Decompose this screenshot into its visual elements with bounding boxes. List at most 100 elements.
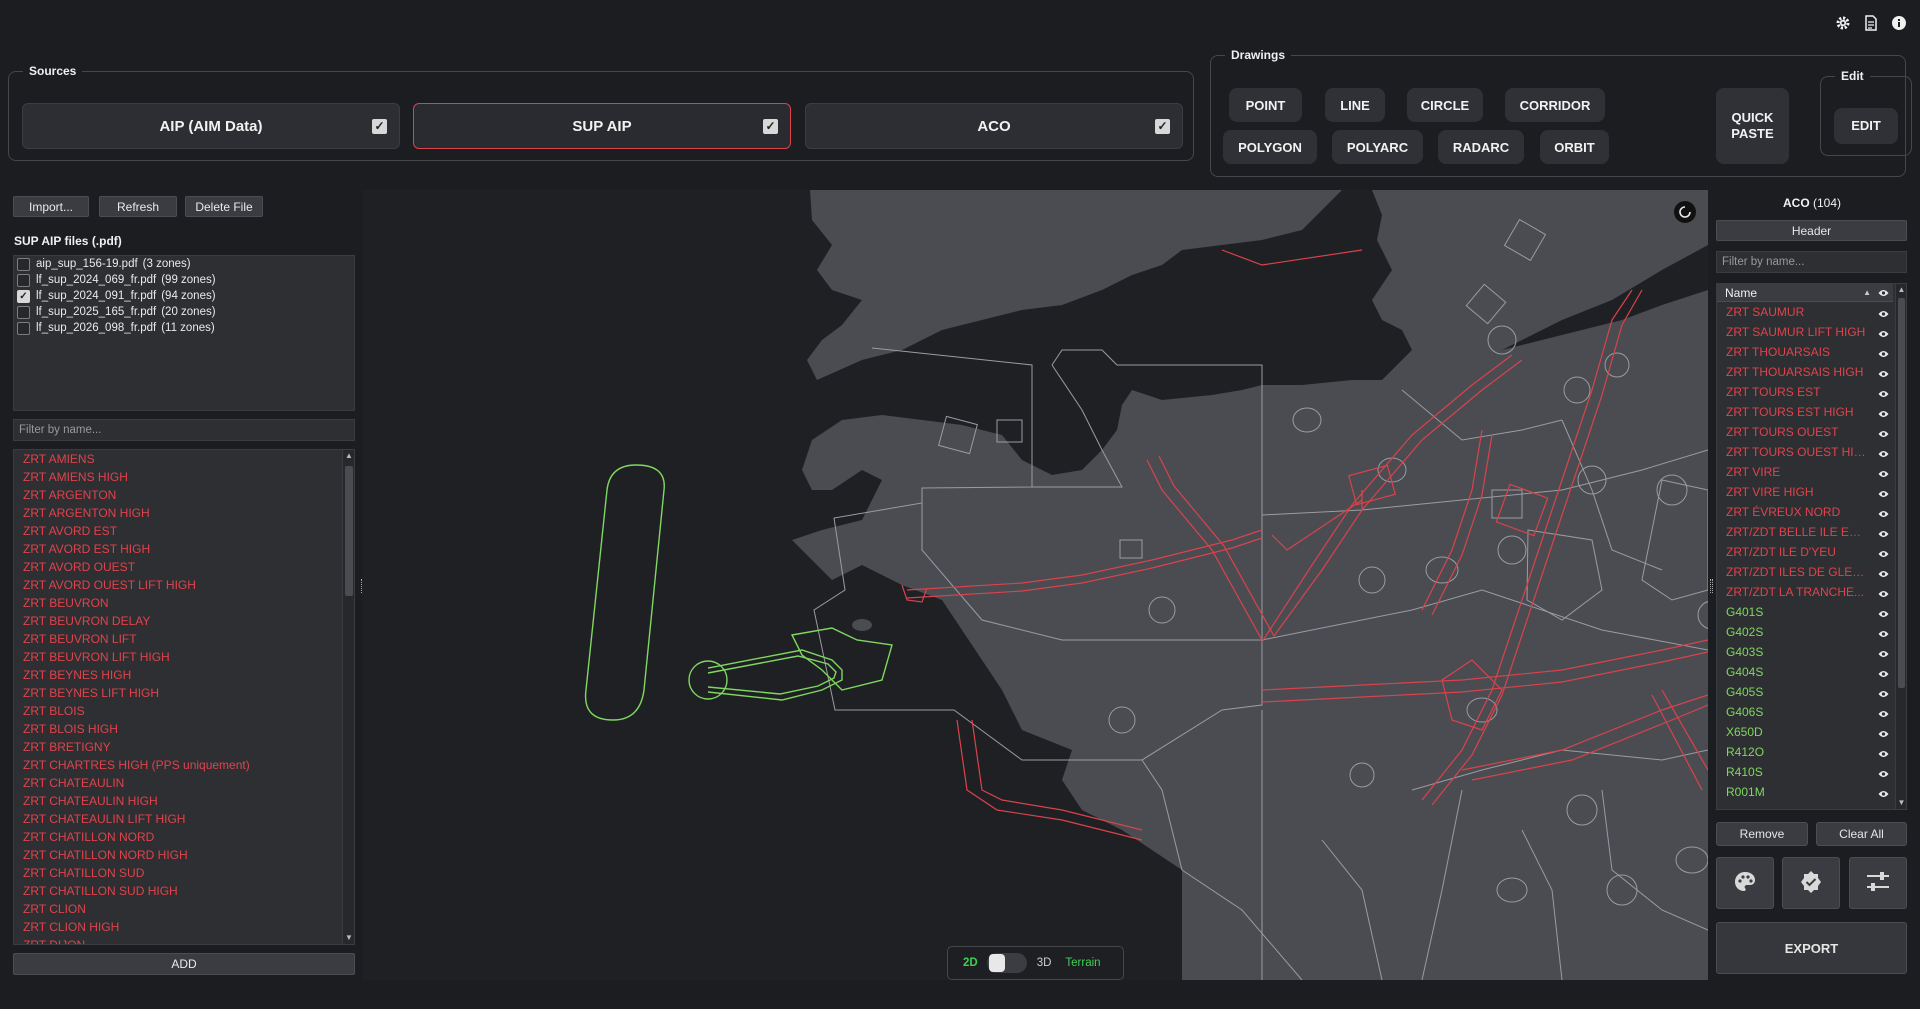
eye-icon[interactable] — [1878, 607, 1889, 621]
eye-icon[interactable] — [1878, 767, 1889, 781]
aco-row[interactable]: G401S — [1717, 602, 1893, 622]
eye-icon[interactable] — [1878, 286, 1889, 300]
aco-row[interactable]: ZRT TOURS EST — [1717, 382, 1893, 402]
eye-icon[interactable] — [1878, 307, 1889, 321]
eye-icon[interactable] — [1878, 747, 1889, 761]
zone-list-item[interactable]: ZRT BLOIS HIGH — [14, 720, 354, 738]
zone-list-item[interactable]: ZRT CHATILLON NORD HIGH — [14, 846, 354, 864]
aco-row[interactable]: ZRT THOUARSAIS HIGH — [1717, 362, 1893, 382]
zone-list-item[interactable]: ZRT CHATEAULIN LIFT HIGH — [14, 810, 354, 828]
eye-icon[interactable] — [1878, 787, 1889, 801]
eye-icon[interactable] — [1878, 407, 1889, 421]
eye-icon[interactable] — [1878, 727, 1889, 741]
aco-row[interactable]: ZRT TOURS OUEST HIGH — [1717, 442, 1893, 462]
eye-icon[interactable] — [1878, 587, 1889, 601]
eye-icon[interactable] — [1878, 707, 1889, 721]
source-sup-aip-checkbox[interactable]: ✓ — [763, 119, 778, 134]
file-row[interactable]: aip_sup_156-19.pdf (3 zones) — [14, 256, 354, 272]
zone-list-item[interactable]: ZRT BEUVRON LIFT — [14, 630, 354, 648]
document-icon[interactable] — [1862, 14, 1880, 32]
source-sup-aip-button[interactable]: SUP AIP ✓ — [413, 103, 791, 149]
zone-list-item[interactable]: ZRT DIJON — [14, 936, 354, 944]
zone-list-item[interactable]: ZRT AVORD OUEST LIFT HIGH — [14, 576, 354, 594]
draw-corridor-button[interactable]: CORRIDOR — [1505, 88, 1605, 122]
aco-row[interactable]: ZRT VIRE HIGH — [1717, 482, 1893, 502]
aco-table-header[interactable]: Name ▲ — [1717, 284, 1893, 302]
aco-scroll-down-icon[interactable]: ▼ — [1896, 797, 1906, 809]
map-loading-spinner-icon[interactable] — [1674, 201, 1696, 223]
color-palette-button[interactable] — [1716, 857, 1774, 909]
eye-icon[interactable] — [1878, 687, 1889, 701]
eye-icon[interactable] — [1878, 567, 1889, 581]
draw-orbit-button[interactable]: ORBIT — [1540, 130, 1609, 164]
aco-row[interactable]: ZRT/ZDT ILE D'YEU — [1717, 542, 1893, 562]
zone-list-item[interactable]: ZRT CHATILLON SUD — [14, 864, 354, 882]
zone-list-item[interactable]: ZRT CHATEAULIN — [14, 774, 354, 792]
aco-row[interactable]: ZRT THOUARSAIS — [1717, 342, 1893, 362]
zone-list-item[interactable]: ZRT AVORD EST — [14, 522, 354, 540]
draw-polygon-button[interactable]: POLYGON — [1223, 130, 1317, 164]
aco-row[interactable]: G403S — [1717, 642, 1893, 662]
aco-row[interactable]: ZRT VIRE — [1717, 462, 1893, 482]
aco-row[interactable]: ZRT TOURS OUEST — [1717, 422, 1893, 442]
file-checkbox[interactable] — [17, 305, 30, 319]
zone-list-item[interactable]: ZRT AVORD EST HIGH — [14, 540, 354, 558]
file-row[interactable]: ✓ lf_sup_2024_091_fr.pdf (94 zones) — [14, 288, 354, 304]
refresh-button[interactable]: Refresh — [99, 196, 177, 217]
source-aip-button[interactable]: AIP (AIM Data) ✓ — [22, 103, 400, 149]
zone-list-scroll-thumb[interactable] — [345, 466, 353, 596]
aco-row[interactable]: ZRT/ZDT ILES DE GLEN... — [1717, 562, 1893, 582]
aco-row[interactable]: ZRT TOURS EST HIGH — [1717, 402, 1893, 422]
zone-list-item[interactable]: ZRT BEUVRON LIFT HIGH — [14, 648, 354, 666]
aco-row[interactable]: G405S — [1717, 682, 1893, 702]
aco-scroll-up-icon[interactable]: ▲ — [1896, 284, 1906, 296]
draw-radarc-button[interactable]: RADARC — [1438, 130, 1524, 164]
source-aco-button[interactable]: ACO ✓ — [805, 103, 1183, 149]
aco-row[interactable]: G404S — [1717, 662, 1893, 682]
validate-button[interactable] — [1782, 857, 1840, 909]
aco-row[interactable]: R412O — [1717, 742, 1893, 762]
clear-all-button[interactable]: Clear All — [1816, 822, 1907, 846]
file-row[interactable]: lf_sup_2025_165_fr.pdf (20 zones) — [14, 304, 354, 320]
zone-list-item[interactable]: ZRT CLION — [14, 900, 354, 918]
zone-list-item[interactable]: ZRT ARGENTON HIGH — [14, 504, 354, 522]
eye-icon[interactable] — [1878, 387, 1889, 401]
eye-icon[interactable] — [1878, 427, 1889, 441]
zone-list-item[interactable]: ZRT BRETIGNY — [14, 738, 354, 756]
zone-list-item[interactable]: ZRT CHATILLON NORD — [14, 828, 354, 846]
eye-icon[interactable] — [1878, 347, 1889, 361]
draw-polyarc-button[interactable]: POLYARC — [1332, 130, 1423, 164]
draw-point-button[interactable]: POINT — [1229, 88, 1302, 122]
zone-list-item[interactable]: ZRT CHARTRES HIGH (PPS uniquement) — [14, 756, 354, 774]
gear-icon[interactable] — [1834, 14, 1852, 32]
aco-row[interactable]: ZRT SAUMUR LIFT HIGH — [1717, 322, 1893, 342]
aco-row[interactable]: ZRT/ZDT LA TRANCHE... — [1717, 582, 1893, 602]
zone-list-item[interactable]: ZRT ARGENTON — [14, 486, 354, 504]
aco-row[interactable]: ZRT/ZDT BELLE ILE EN ... — [1717, 522, 1893, 542]
draw-circle-button[interactable]: CIRCLE — [1407, 88, 1483, 122]
add-button[interactable]: ADD — [13, 953, 355, 975]
file-checkbox[interactable] — [17, 321, 30, 335]
scroll-down-icon[interactable]: ▼ — [343, 932, 354, 944]
eye-icon[interactable] — [1878, 367, 1889, 381]
eye-icon[interactable] — [1878, 507, 1889, 521]
file-row[interactable]: lf_sup_2024_069_fr.pdf (99 zones) — [14, 272, 354, 288]
sort-asc-icon[interactable]: ▲ — [1863, 288, 1871, 297]
aco-filter-input[interactable]: Filter by name... — [1716, 251, 1907, 273]
aco-row[interactable]: X650D — [1717, 722, 1893, 742]
eye-icon[interactable] — [1878, 547, 1889, 561]
aco-row[interactable]: G406S — [1717, 702, 1893, 722]
zone-list-item[interactable]: ZRT AMIENS HIGH — [14, 468, 354, 486]
zone-list-scrollbar[interactable]: ▲ ▼ — [342, 450, 354, 944]
zone-list-item[interactable]: ZRT CLION HIGH — [14, 918, 354, 936]
source-aco-checkbox[interactable]: ✓ — [1155, 119, 1170, 134]
map-view[interactable] — [362, 190, 1708, 980]
aco-row[interactable]: ZRT SAUMUR — [1717, 302, 1893, 322]
edit-button[interactable]: EDIT — [1834, 108, 1898, 144]
zone-list-item[interactable]: ZRT BEUVRON — [14, 594, 354, 612]
file-row[interactable]: lf_sup_2026_098_fr.pdf (11 zones) — [14, 320, 354, 336]
eye-icon[interactable] — [1878, 627, 1889, 641]
view-mode-switch[interactable] — [986, 953, 1027, 973]
terrain-toggle[interactable]: Terrain — [1065, 957, 1100, 969]
eye-icon[interactable] — [1878, 647, 1889, 661]
